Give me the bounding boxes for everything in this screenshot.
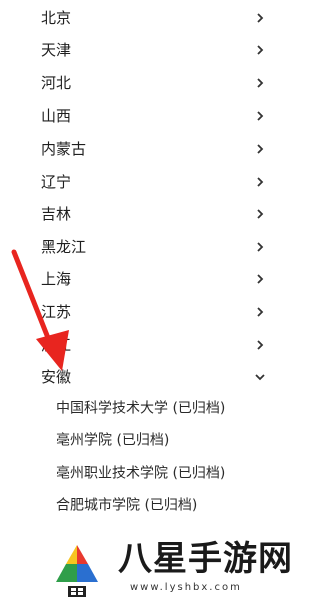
province-item-heilongjiang[interactable]: 黑龙江 [0,230,300,263]
chevron-down-icon [255,373,265,380]
province-item-tianjin[interactable]: 天津 [0,33,300,66]
chevron-right-icon [257,12,264,23]
province-item-hebei[interactable]: 河北 [0,66,300,99]
chevron-right-icon [257,339,264,350]
school-label: 亳州学院 (已归档) [56,432,170,449]
chevron-right-icon [257,241,264,252]
province-item-zhejiang[interactable]: 浙江 [0,328,300,361]
province-label: 江苏 [41,302,72,321]
province-label: 天津 [41,40,72,59]
province-label: 北京 [41,8,72,27]
chevron-right-icon [257,143,264,154]
school-label: 合肥城市学院 (已归档) [56,497,198,514]
chevron-right-icon [257,176,264,187]
chevron-right-icon [257,110,264,121]
province-label: 浙江 [41,335,72,354]
province-label: 安徽 [41,367,72,386]
chevron-right-icon [257,77,264,88]
province-item-jilin[interactable]: 吉林 [0,197,300,230]
province-label: 内蒙古 [41,139,87,158]
province-item-shanxi[interactable]: 山西 [0,99,300,132]
province-item-beijing[interactable]: 北京 [0,1,300,34]
chevron-right-icon [257,306,264,317]
watermark-brand: 八星手游网 [118,539,293,579]
chevron-right-icon [257,208,264,219]
province-item-liaoning[interactable]: 辽宁 [0,165,300,198]
province-label: 吉林 [41,204,72,223]
province-label: 上海 [41,269,72,288]
watermark: 八星手游网 www.lyshbx.com [48,534,298,600]
chevron-right-icon [257,44,264,55]
province-label: 黑龙江 [41,237,87,256]
page: 北京 天津 河北 山西 内蒙古 辽宁 吉林 黑龙江 上海 江苏 浙江 安徽 中国… [0,0,300,600]
school-item-bozhou-university[interactable]: 亳州学院 (已归档) [0,426,300,456]
watermark-url: www.lyshbx.com [130,582,242,593]
province-item-shanghai[interactable]: 上海 [0,262,300,295]
school-item-bozhou-vocational[interactable]: 亳州职业技术学院 (已归档) [0,459,300,489]
province-item-jiangsu[interactable]: 江苏 [0,295,300,328]
province-item-neimenggu[interactable]: 内蒙古 [0,132,300,165]
province-label: 河北 [41,73,72,92]
school-item-ustc[interactable]: 中国科学技术大学 (已归档) [0,394,300,424]
province-item-anhui[interactable]: 安徽 [0,360,300,393]
school-label: 中国科学技术大学 (已归档) [56,400,226,417]
school-label: 亳州职业技术学院 (已归档) [56,465,226,482]
watermark-logo-icon [50,540,104,597]
province-label: 辽宁 [41,172,72,191]
chevron-right-icon [257,273,264,284]
province-label: 山西 [41,106,72,125]
school-item-hefei-city[interactable]: 合肥城市学院 (已归档) [0,491,300,521]
